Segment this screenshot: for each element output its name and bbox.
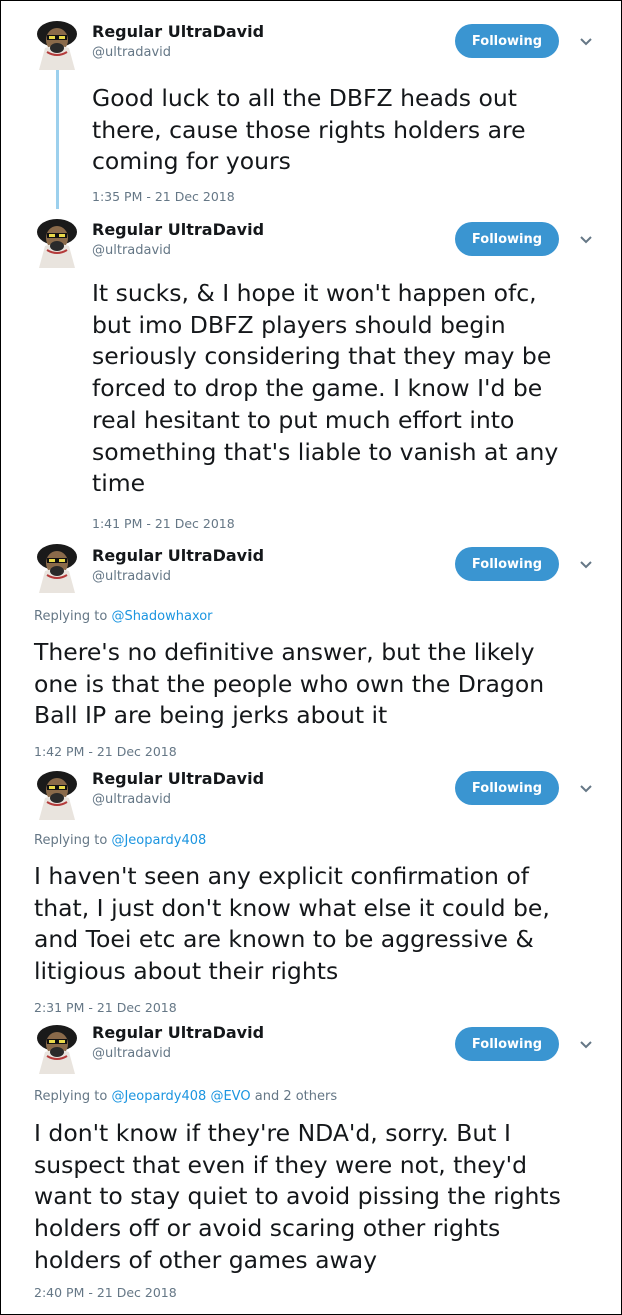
tweet-text-line: It sucks, & I hope it won't happen ofc, [92, 279, 537, 307]
tweet-text-line: I don't know if they're NDA'd, sorry. Bu… [34, 1119, 511, 1147]
avatar-figure-icon [37, 219, 77, 268]
tweet-text-line: time [92, 469, 146, 498]
replying-to-label: Replying to [34, 833, 108, 848]
reply-others[interactable]: and 2 others [255, 1089, 337, 1104]
user-handle[interactable]: @ultradavid [92, 792, 171, 807]
avatar[interactable] [35, 1022, 79, 1074]
reply-user-link[interactable]: @Jeopardy408 [111, 1089, 206, 1104]
replying-to: Replying to @Jeopardy408 [34, 833, 206, 848]
timestamp[interactable]: 1:42 PM - 21 Dec 2018 [34, 744, 177, 759]
chevron-down-icon[interactable] [579, 784, 593, 794]
replying-to: Replying to @Shadowhaxor [34, 609, 213, 624]
thread-connector [56, 65, 59, 209]
reply-user-link[interactable]: @Shadowhaxor [111, 609, 212, 624]
avatar-figure-icon [37, 1025, 77, 1074]
following-button[interactable]: Following [455, 771, 559, 805]
chevron-down-icon[interactable] [579, 560, 593, 570]
tweet-text-line: holders off or avoid scaring other right… [34, 1214, 501, 1243]
replying-to-label: Replying to [34, 609, 108, 624]
tweet-text-line: one is that the people who own the Drago… [34, 669, 545, 698]
tweet-text-line: but imo DBFZ players should begin [92, 310, 506, 339]
tweet-text-line: There's no definitive answer, but the li… [34, 638, 535, 666]
display-name[interactable]: Regular UltraDavid [92, 1023, 264, 1042]
timestamp[interactable]: 2:31 PM - 21 Dec 2018 [34, 1000, 177, 1015]
tweet-text-line: want to stay quiet to avoid pissing the … [34, 1182, 561, 1211]
avatar-figure-icon [37, 771, 77, 820]
chevron-down-icon[interactable] [579, 37, 593, 47]
chevron-down-icon[interactable] [579, 1040, 593, 1050]
tweet-text-line: something that's liable to vanish at any [92, 437, 559, 466]
tweet-text-line: suspect that even if they were not, they… [34, 1150, 527, 1179]
user-handle[interactable]: @ultradavid [92, 45, 171, 60]
tweet: Regular UltraDavid @ultradavid Following… [1, 536, 621, 763]
display-name[interactable]: Regular UltraDavid [92, 22, 264, 41]
timestamp[interactable]: 1:35 PM - 21 Dec 2018 [92, 189, 235, 204]
tweet-text-line: there, cause those rights holders are [92, 115, 526, 144]
tweet: Regular UltraDavid @ultradavid Following… [1, 1, 621, 211]
tweet: Regular UltraDavid @ultradavid Following… [1, 1017, 621, 1314]
following-button[interactable]: Following [455, 1027, 559, 1061]
tweet-text-line: that, I just don't know what else it cou… [34, 893, 550, 922]
timestamp[interactable]: 1:41 PM - 21 Dec 2018 [92, 516, 235, 531]
following-button[interactable]: Following [455, 24, 559, 58]
timestamp[interactable]: 2:40 PM - 21 Dec 2018 [34, 1285, 177, 1300]
avatar[interactable] [35, 18, 79, 70]
replying-to-label: Replying to [34, 1089, 108, 1104]
tweet-text-line: forced to drop the game. I know I'd be [92, 374, 543, 403]
avatar-figure-icon [37, 21, 77, 70]
tweet-text-line: holders of other games away [34, 1245, 378, 1274]
avatar[interactable] [35, 216, 79, 268]
display-name[interactable]: Regular UltraDavid [92, 769, 264, 788]
tweet-text: It sucks, & I hope it won't happen ofc, … [92, 278, 558, 500]
tweet-text-line: Good luck to all the DBFZ heads out [92, 84, 517, 112]
tweet-text: Good luck to all the DBFZ heads out ther… [92, 83, 526, 178]
tweet-text-line: and Toei etc are known to be aggressive … [34, 925, 534, 954]
chevron-down-icon[interactable] [579, 235, 593, 245]
replying-to: Replying to @Jeopardy408 @EVO and 2 othe… [34, 1089, 337, 1104]
tweet-thread: Regular UltraDavid @ultradavid Following… [0, 0, 622, 1315]
tweet-text-line: seriously considering that they may be [92, 342, 552, 371]
tweet-text-line: Ball IP are being jerks about it [34, 701, 388, 730]
tweet-text-line: coming for yours [92, 147, 291, 176]
tweet-text-line: real hesitant to put much effort into [92, 405, 515, 434]
tweet-text-line: litigious about their rights [34, 957, 339, 986]
following-button[interactable]: Following [455, 547, 559, 581]
tweet-text: There's no definitive answer, but the li… [34, 637, 544, 732]
avatar[interactable] [35, 768, 79, 820]
display-name[interactable]: Regular UltraDavid [92, 220, 264, 239]
tweet-text-line: I haven't seen any explicit confirmation… [34, 862, 530, 890]
following-button[interactable]: Following [455, 222, 559, 256]
avatar[interactable] [35, 541, 79, 593]
reply-user-link[interactable]: @EVO [210, 1089, 250, 1104]
tweet: Regular UltraDavid @ultradavid Following… [1, 763, 621, 1017]
user-handle[interactable]: @ultradavid [92, 243, 171, 258]
user-handle[interactable]: @ultradavid [92, 569, 171, 584]
user-handle[interactable]: @ultradavid [92, 1046, 171, 1061]
avatar-figure-icon [37, 544, 77, 593]
tweet-text: I don't know if they're NDA'd, sorry. Bu… [34, 1118, 561, 1277]
reply-user-link[interactable]: @Jeopardy408 [111, 833, 206, 848]
display-name[interactable]: Regular UltraDavid [92, 546, 264, 565]
tweet: Regular UltraDavid @ultradavid Following… [1, 211, 621, 536]
tweet-text: I haven't seen any explicit confirmation… [34, 861, 550, 988]
